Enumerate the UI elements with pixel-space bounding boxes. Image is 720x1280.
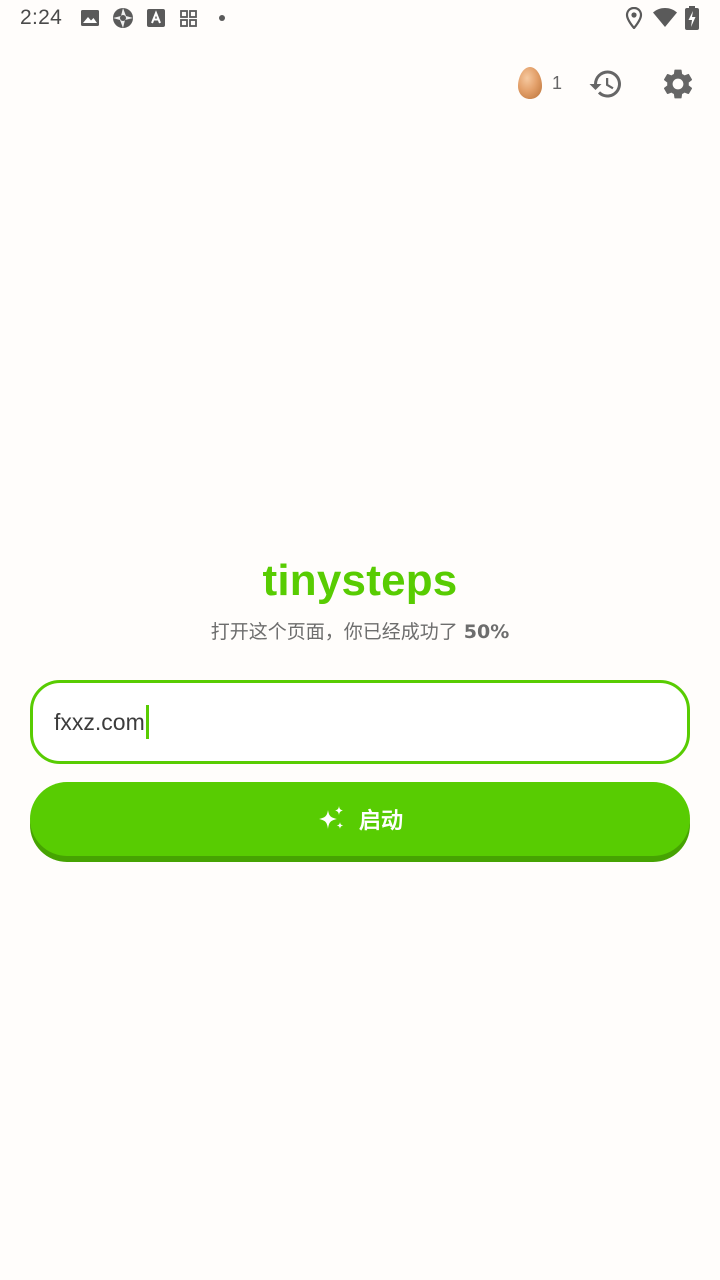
app-title: tinysteps [262, 556, 458, 605]
egg-counter[interactable]: 1 [514, 64, 570, 104]
qr-grid-icon [180, 10, 197, 27]
egg-icon [518, 67, 542, 99]
settings-gear-icon [663, 69, 693, 99]
url-input[interactable]: fxxz.com [54, 683, 654, 761]
url-input-value: fxxz.com [54, 709, 145, 735]
status-time: 2:24 [20, 6, 63, 29]
location-icon [625, 7, 643, 29]
sparkle-icon [318, 806, 344, 829]
settings-button[interactable] [658, 64, 698, 104]
subtitle-percent: 50% [463, 621, 510, 643]
battery-charging-icon [685, 6, 699, 30]
app-subtitle: 打开这个页面，你已经成功了 50% [0, 617, 720, 644]
launch-button-label: 启动 [358, 809, 403, 834]
text-caret [145, 704, 149, 739]
wifi-icon [653, 8, 677, 27]
status-bar: 2:24 [0, 0, 720, 38]
subtitle-text: 打开这个页面，你已经成功了 [210, 621, 458, 643]
notification-dot-icon [219, 15, 225, 21]
aperture-icon [113, 8, 133, 28]
history-icon [589, 70, 621, 98]
history-button[interactable] [586, 64, 626, 104]
url-input-container[interactable]: fxxz.com [30, 680, 690, 764]
egg-count: 1 [552, 73, 563, 93]
launch-button[interactable]: 启动 [30, 782, 690, 856]
gallery-icon [81, 10, 99, 26]
font-a-icon [147, 9, 165, 27]
